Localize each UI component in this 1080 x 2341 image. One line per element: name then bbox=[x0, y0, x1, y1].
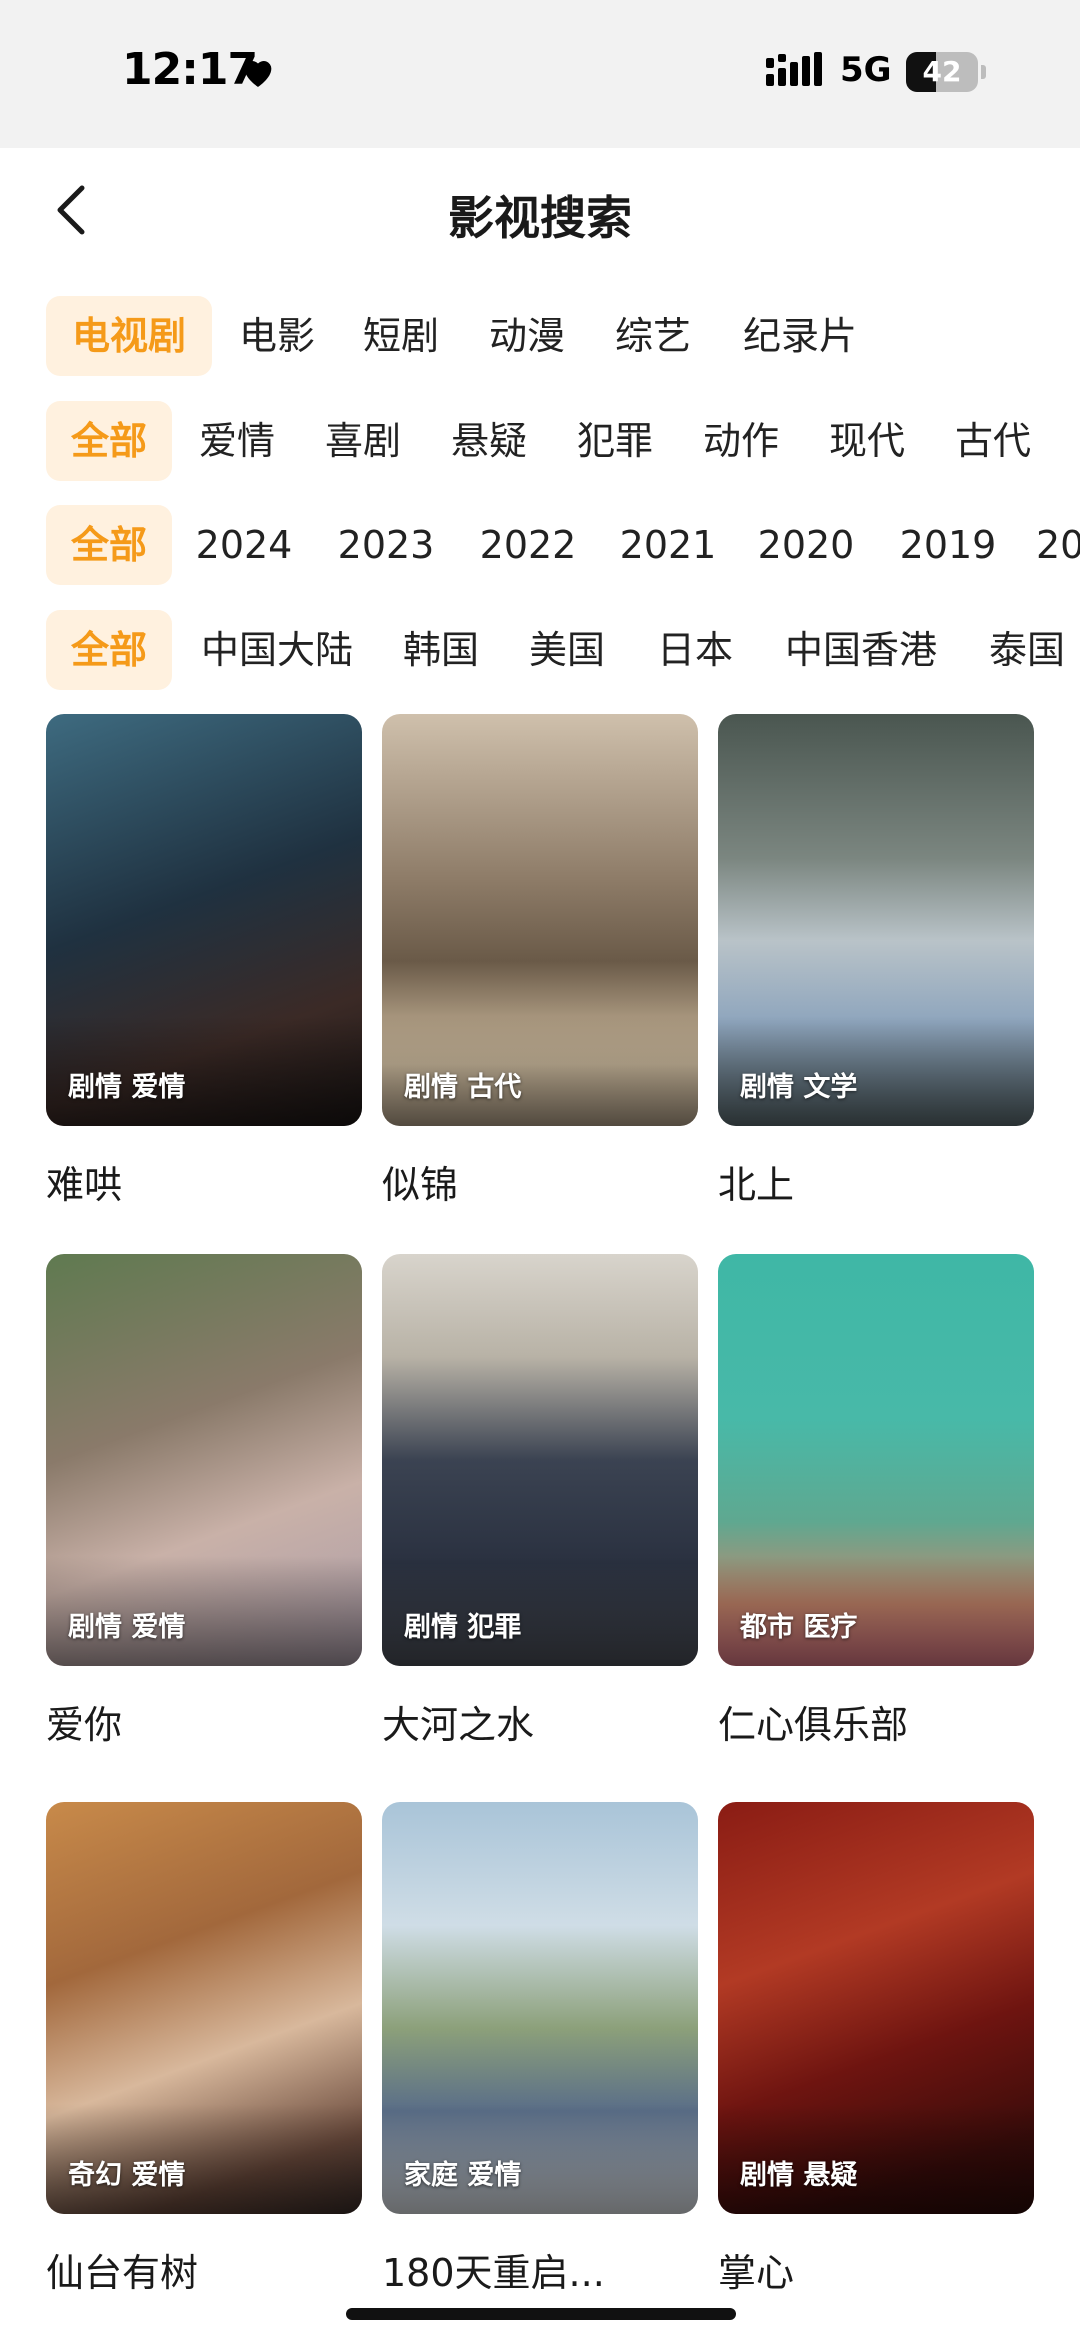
filter-region-korea[interactable]: 韩国 bbox=[398, 610, 484, 690]
filter-row-region: 全部 中国大陆 韩国 美国 日本 中国香港 泰国 bbox=[0, 610, 1080, 692]
drama-title: 北上 bbox=[718, 1163, 795, 1207]
poster-image: 家庭 爱情 bbox=[382, 1802, 698, 2214]
poster-image: 剧情 犯罪 bbox=[382, 1254, 698, 1666]
filter-year-2019[interactable]: 2019 bbox=[898, 505, 998, 585]
filter-year-2023[interactable]: 2023 bbox=[336, 505, 436, 585]
drama-title: 仙台有树 bbox=[46, 2251, 199, 2295]
genre-tags: 剧情 悬疑 bbox=[740, 2160, 858, 2191]
heart-icon bbox=[244, 60, 272, 87]
drama-title: 难哄 bbox=[46, 1163, 123, 1207]
filter-row-genre: 全部 爱情 喜剧 悬疑 犯罪 动作 现代 古代 bbox=[0, 401, 1080, 483]
filter-type-tv[interactable]: 电视剧 bbox=[46, 296, 212, 376]
poster-image: 奇幻 爱情 bbox=[46, 1802, 362, 2214]
status-bar: 12:17 5G 42 bbox=[0, 0, 1080, 148]
filter-region-usa[interactable]: 美国 bbox=[524, 610, 610, 690]
genre-tags: 剧情 爱情 bbox=[68, 1072, 186, 1103]
filter-type-variety[interactable]: 综艺 bbox=[606, 296, 700, 376]
cellular-signal-icon bbox=[766, 52, 822, 86]
genre-tags: 剧情 爱情 bbox=[68, 1612, 186, 1643]
genre-tags: 奇幻 爱情 bbox=[68, 2160, 186, 2191]
drama-title: 大河之水 bbox=[382, 1703, 535, 1747]
filter-row-year: 全部 2024 2023 2022 2021 2020 2019 20 bbox=[0, 505, 1080, 587]
poster-image: 都市 医疗 bbox=[718, 1254, 1034, 1666]
filter-type-anime[interactable]: 动漫 bbox=[480, 296, 574, 376]
poster-image: 剧情 爱情 bbox=[46, 1254, 362, 1666]
filter-region-hongkong[interactable]: 中国香港 bbox=[778, 610, 944, 690]
battery-icon: 42 bbox=[906, 52, 986, 92]
filter-genre-crime[interactable]: 犯罪 bbox=[568, 401, 662, 481]
filter-year-2024[interactable]: 2024 bbox=[194, 505, 294, 585]
filter-genre-romance[interactable]: 爱情 bbox=[190, 401, 284, 481]
filter-year-2022[interactable]: 2022 bbox=[478, 505, 578, 585]
network-type: 5G bbox=[840, 50, 892, 90]
filter-genre-modern[interactable]: 现代 bbox=[820, 401, 914, 481]
genre-tags: 家庭 爱情 bbox=[404, 2160, 522, 2191]
drama-title: 爱你 bbox=[46, 1703, 123, 1747]
filter-type-movie[interactable]: 电影 bbox=[230, 296, 324, 376]
filter-genre-comedy[interactable]: 喜剧 bbox=[316, 401, 410, 481]
filter-genre-all[interactable]: 全部 bbox=[46, 401, 172, 481]
nav-bar: 影视搜索 bbox=[0, 148, 1080, 276]
filter-region-japan[interactable]: 日本 bbox=[652, 610, 738, 690]
filter-region-mainland[interactable]: 中国大陆 bbox=[194, 610, 360, 690]
filter-type-short[interactable]: 短剧 bbox=[354, 296, 448, 376]
filter-region-thailand[interactable]: 泰国 bbox=[984, 610, 1070, 690]
drama-title: 似锦 bbox=[382, 1163, 459, 1207]
drama-title: 180天重启... bbox=[382, 2251, 605, 2295]
drama-title: 仁心俱乐部 bbox=[718, 1703, 909, 1747]
genre-tags: 剧情 古代 bbox=[404, 1072, 522, 1103]
genre-tags: 剧情 犯罪 bbox=[404, 1612, 522, 1643]
filter-year-2021[interactable]: 2021 bbox=[618, 505, 718, 585]
filter-year-all[interactable]: 全部 bbox=[46, 505, 172, 585]
poster-image: 剧情 悬疑 bbox=[718, 1802, 1034, 2214]
poster-image: 剧情 文学 bbox=[718, 714, 1034, 1126]
filter-year-partial[interactable]: 20 bbox=[1036, 505, 1080, 585]
drama-title: 掌心 bbox=[718, 2251, 795, 2295]
battery-level: 42 bbox=[922, 55, 962, 88]
filter-year-2020[interactable]: 2020 bbox=[756, 505, 856, 585]
filter-genre-mystery[interactable]: 悬疑 bbox=[442, 401, 536, 481]
poster-image: 剧情 古代 bbox=[382, 714, 698, 1126]
filter-genre-action[interactable]: 动作 bbox=[694, 401, 788, 481]
genre-tags: 剧情 文学 bbox=[740, 1072, 858, 1103]
filter-region-all[interactable]: 全部 bbox=[46, 610, 172, 690]
filter-type-documentary[interactable]: 纪录片 bbox=[730, 296, 870, 376]
genre-tags: 都市 医疗 bbox=[740, 1612, 858, 1643]
page-title: 影视搜索 bbox=[448, 191, 632, 245]
status-time: 12:17 bbox=[122, 44, 258, 95]
home-indicator[interactable] bbox=[346, 2308, 736, 2320]
poster-image: 剧情 爱情 bbox=[46, 714, 362, 1126]
filter-genre-ancient[interactable]: 古代 bbox=[946, 401, 1040, 481]
filter-row-type: 电视剧 电影 短剧 动漫 综艺 纪录片 bbox=[0, 296, 1080, 378]
